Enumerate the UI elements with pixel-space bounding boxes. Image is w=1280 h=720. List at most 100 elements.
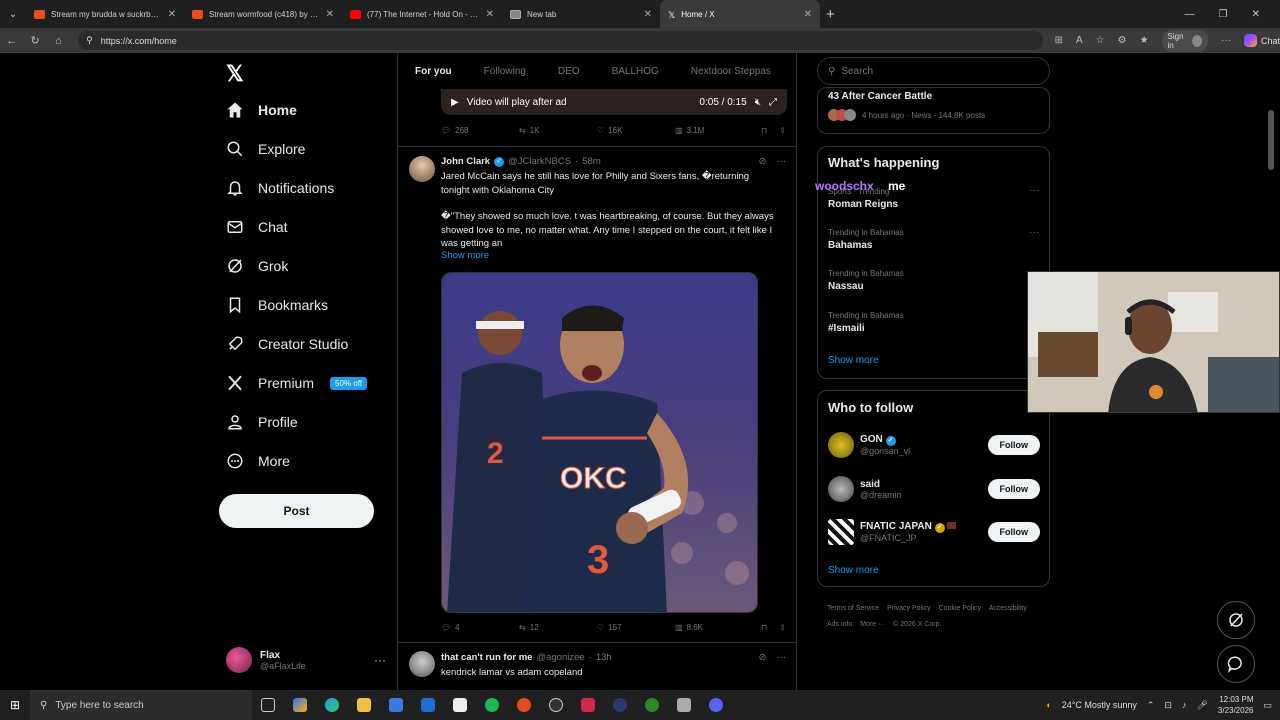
notifications-icon[interactable]: ▭ bbox=[1263, 700, 1272, 711]
close-tab-icon[interactable]: ✕ bbox=[326, 9, 334, 20]
bookmark-icon[interactable]: ⊓ bbox=[761, 623, 767, 632]
tweet-more-icon[interactable]: ··· bbox=[777, 156, 787, 167]
follow-button[interactable]: Follow bbox=[987, 435, 1040, 455]
browser-tab[interactable]: New tab ✕ bbox=[502, 0, 660, 28]
store-icon[interactable] bbox=[380, 690, 412, 720]
tweet-photo[interactable]: 2 OKC 3 bbox=[441, 272, 758, 613]
nav-profile[interactable]: Profile bbox=[226, 413, 298, 431]
footer-link[interactable]: More ··· bbox=[860, 621, 885, 628]
search-input[interactable]: ⚲ Search bbox=[817, 57, 1050, 85]
edge-icon[interactable] bbox=[316, 690, 348, 720]
extensions-icon[interactable]: ⚙ bbox=[1118, 35, 1127, 46]
read-aloud-icon[interactable]: A bbox=[1076, 35, 1083, 46]
url-field[interactable]: ⚲ https://x.com/home bbox=[78, 31, 1043, 50]
tab-ballhog[interactable]: BALLHOG bbox=[612, 66, 659, 77]
views-button[interactable]: ▥ 3.1M bbox=[675, 126, 753, 135]
grok-explain-icon[interactable]: ⊘ bbox=[759, 156, 767, 167]
trend-name[interactable]: Nassau bbox=[828, 281, 864, 292]
reply-button[interactable]: 💬︎ 4 bbox=[441, 623, 519, 632]
mail-taskbar-icon[interactable] bbox=[412, 690, 444, 720]
tab-for-you[interactable]: For you bbox=[415, 66, 452, 77]
views-button[interactable]: ▥ 8.6K bbox=[675, 623, 753, 632]
author-handle[interactable]: @JClarkNBCS bbox=[508, 156, 571, 167]
nav-bookmarks[interactable]: Bookmarks bbox=[226, 296, 328, 314]
show-more-link[interactable]: Show more bbox=[828, 565, 879, 576]
tweet-time[interactable]: 58m bbox=[582, 156, 600, 167]
x-logo-icon[interactable]: 𝕏 bbox=[226, 61, 244, 87]
show-more-link[interactable]: Show more bbox=[828, 355, 879, 366]
account-switcher[interactable]: Flax @aFlaxLife ··· bbox=[226, 647, 386, 673]
favorites-icon[interactable]: ★ bbox=[1140, 35, 1149, 46]
copilot-chat-button[interactable]: Chat bbox=[1243, 34, 1280, 47]
tab-nextdoor-steppas[interactable]: Nextdoor Steppas bbox=[691, 66, 771, 77]
trend-name[interactable]: #Ismaili bbox=[828, 323, 865, 334]
windows-start-icon[interactable]: ⊞ bbox=[0, 698, 30, 712]
network-icon[interactable]: ⊡ bbox=[1164, 700, 1172, 711]
close-tab-icon[interactable]: ✕ bbox=[804, 9, 812, 20]
share-icon[interactable]: ⇪ bbox=[779, 623, 786, 632]
author-name[interactable]: that can't run for me bbox=[441, 652, 532, 663]
news-card[interactable]: 43 After Cancer Battle 4 hours ago · New… bbox=[817, 87, 1050, 134]
close-tab-icon[interactable]: ✕ bbox=[168, 9, 176, 20]
nav-grok[interactable]: Grok bbox=[226, 257, 288, 275]
browser-tab[interactable]: (77) The Internet - Hold On - YouT ✕ bbox=[342, 0, 502, 28]
app-icon[interactable] bbox=[604, 690, 636, 720]
author-handle[interactable]: @agonizee bbox=[536, 652, 584, 663]
settings-more-icon[interactable]: ··· bbox=[1221, 35, 1231, 46]
close-window-icon[interactable]: ✕ bbox=[1252, 9, 1260, 20]
repost-button[interactable]: ⇆ 1K bbox=[519, 126, 597, 135]
footer-link[interactable]: Terms of Service bbox=[827, 605, 879, 612]
follow-suggestion[interactable]: said @dreamin Follow bbox=[828, 476, 1040, 502]
grok-explain-icon[interactable]: ⊘ bbox=[759, 652, 767, 663]
fullscreen-icon[interactable]: ⤢ bbox=[769, 97, 777, 108]
post-button[interactable]: Post bbox=[219, 494, 374, 528]
trend-more-icon[interactable]: ··· bbox=[1029, 227, 1039, 238]
weather-sun-icon[interactable]: ◐ bbox=[1046, 700, 1051, 710]
footer-link[interactable]: Accessibility bbox=[989, 605, 1027, 612]
app-available-icon[interactable]: ⊞ bbox=[1055, 35, 1063, 46]
nav-notifications[interactable]: Notifications bbox=[226, 179, 334, 197]
restore-icon[interactable]: ❐ bbox=[1219, 9, 1228, 20]
close-tab-icon[interactable]: ✕ bbox=[486, 9, 494, 20]
reply-button[interactable]: 💬︎ 268 bbox=[441, 126, 519, 135]
notepad-icon[interactable] bbox=[444, 690, 476, 720]
follow-suggestion[interactable]: FNATIC JAPAN ✓ @FNATIC_JP Follow bbox=[828, 519, 1040, 545]
spotify-icon[interactable] bbox=[476, 690, 508, 720]
browser-tab[interactable]: Stream wormfood (c418) by tazpa ✕ bbox=[184, 0, 342, 28]
footer-link[interactable]: Ads info bbox=[827, 621, 852, 628]
home-browser-icon[interactable]: ⌂ bbox=[47, 35, 70, 47]
volume-icon[interactable]: ♪ bbox=[1182, 700, 1187, 710]
nav-premium[interactable]: Premium 50% off bbox=[226, 374, 367, 392]
new-tab-plus-icon[interactable]: + bbox=[826, 6, 835, 23]
follow-suggestion[interactable]: GON ✓ @gonsan_vl Follow bbox=[828, 432, 1040, 458]
sign-in-button[interactable]: Sign in bbox=[1161, 29, 1208, 52]
trend-name[interactable]: Roman Reigns bbox=[828, 199, 898, 210]
browser-tab[interactable]: Stream my brudda w suckrball (pr ✕ bbox=[26, 0, 184, 28]
avatar[interactable] bbox=[409, 156, 435, 182]
share-icon[interactable]: ⇪ bbox=[779, 126, 786, 135]
tab-actions-menu-icon[interactable]: ⌄ bbox=[0, 0, 26, 28]
mute-icon[interactable]: 🔇︎ bbox=[755, 97, 761, 108]
account-more-icon[interactable]: ··· bbox=[374, 653, 386, 667]
favorite-star-icon[interactable]: ☆ bbox=[1096, 35, 1105, 46]
footer-link[interactable]: Privacy Policy bbox=[887, 605, 931, 612]
show-more-link[interactable]: Show more bbox=[441, 250, 489, 261]
reload-icon[interactable]: ↻ bbox=[23, 34, 46, 47]
copilot-taskbar-icon[interactable] bbox=[284, 690, 316, 720]
repost-button[interactable]: ⇆ 12 bbox=[519, 623, 597, 632]
bookmark-icon[interactable]: ⊓ bbox=[761, 126, 767, 135]
footer-link[interactable]: Cookie Policy bbox=[939, 605, 981, 612]
taskbar-clock[interactable]: 12:03 PM 3/23/2026 bbox=[1218, 694, 1254, 716]
weather-text[interactable]: 24°C Mostly sunny bbox=[1062, 700, 1137, 710]
trend-name[interactable]: Bahamas bbox=[828, 240, 872, 251]
follow-button[interactable]: Follow bbox=[987, 522, 1040, 542]
back-arrow-icon[interactable]: ← bbox=[0, 35, 23, 47]
obs-icon[interactable] bbox=[540, 690, 572, 720]
avatar[interactable] bbox=[409, 651, 435, 677]
discord-icon[interactable] bbox=[700, 690, 732, 720]
author-name[interactable]: John Clark bbox=[441, 156, 490, 167]
nav-chat[interactable]: Chat bbox=[226, 218, 288, 236]
tab-following[interactable]: Following bbox=[484, 66, 526, 77]
app-icon[interactable] bbox=[572, 690, 604, 720]
tray-chevron-icon[interactable]: ⌃ bbox=[1147, 700, 1155, 711]
